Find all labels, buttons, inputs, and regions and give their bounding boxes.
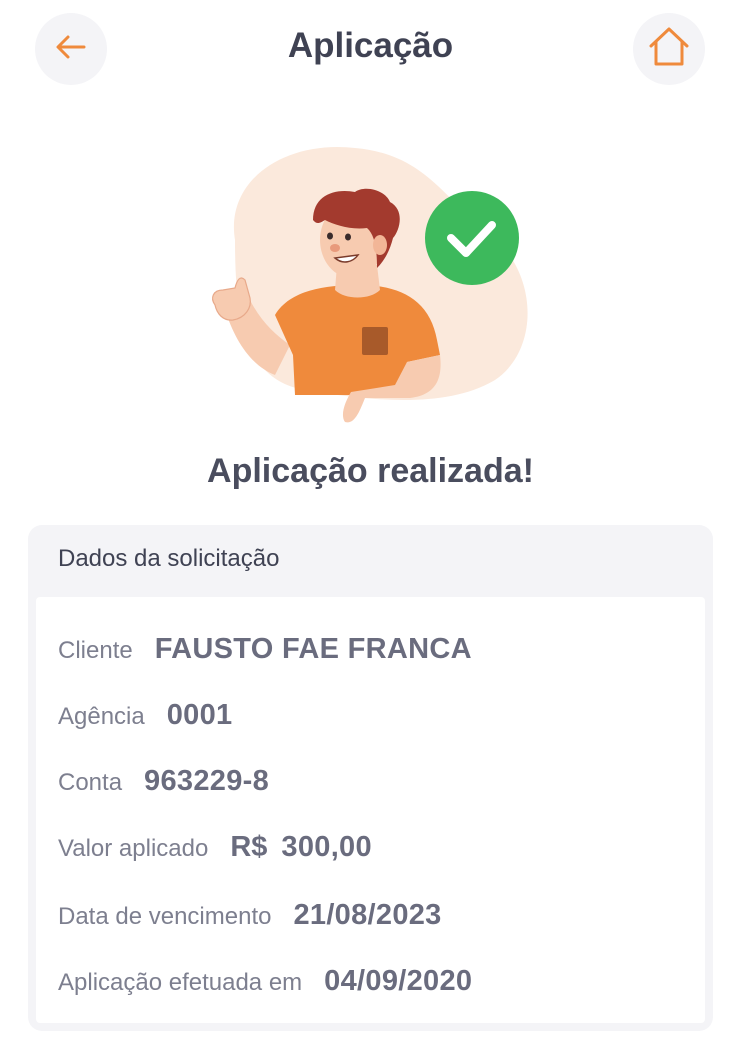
card-title: Dados da solicitação bbox=[58, 545, 280, 572]
detail-label: Agência bbox=[58, 703, 145, 730]
detail-value: 963229-8 bbox=[144, 765, 270, 797]
detail-value: FAUSTO FAE FRANCA bbox=[154, 633, 472, 665]
detail-value: 04/09/2020 bbox=[324, 965, 473, 997]
detail-row-valor-aplicado: Valor aplicado R$ 300,00 bbox=[58, 831, 372, 864]
home-button[interactable] bbox=[633, 13, 705, 85]
detail-row-data-vencimento: Data de vencimento 21/08/2023 bbox=[58, 899, 442, 932]
detail-value: 300,00 bbox=[281, 831, 372, 863]
detail-label: Cliente bbox=[58, 637, 133, 664]
detail-row-conta: Conta 963229-8 bbox=[58, 765, 269, 798]
detail-label: Aplicação efetuada em bbox=[58, 969, 303, 996]
detail-value: 0001 bbox=[166, 699, 233, 731]
right-eye bbox=[345, 233, 351, 241]
header: Aplicação bbox=[0, 0, 741, 100]
screen: Aplicação Aplicação realizada! Dados da … bbox=[0, 0, 741, 1061]
card-body: Cliente FAUSTO FAE FRANCA Agência 0001 C… bbox=[36, 597, 705, 1023]
left-eye bbox=[327, 232, 333, 240]
detail-row-aplicacao-efetuada: Aplicação efetuada em 04/09/2020 bbox=[58, 965, 472, 998]
home-icon bbox=[645, 23, 693, 76]
page-title: Aplicação bbox=[287, 26, 454, 65]
detail-label: Data de vencimento bbox=[58, 903, 272, 930]
nose bbox=[330, 244, 340, 252]
detail-label: Conta bbox=[58, 769, 123, 796]
thumbs-up-hand bbox=[212, 277, 251, 321]
request-details-card: Dados da solicitação Cliente FAUSTO FAE … bbox=[28, 525, 713, 1031]
ear bbox=[373, 235, 387, 255]
currency-symbol: R$ bbox=[230, 831, 268, 863]
success-check-circle bbox=[425, 191, 519, 285]
detail-row-cliente: Cliente FAUSTO FAE FRANCA bbox=[58, 633, 472, 666]
shirt-pocket bbox=[362, 327, 388, 355]
success-message: Aplicação realizada! bbox=[207, 452, 534, 490]
detail-value: 21/08/2023 bbox=[293, 899, 442, 931]
success-illustration bbox=[195, 140, 545, 435]
detail-row-agencia: Agência 0001 bbox=[58, 699, 232, 732]
detail-label: Valor aplicado bbox=[58, 835, 209, 862]
